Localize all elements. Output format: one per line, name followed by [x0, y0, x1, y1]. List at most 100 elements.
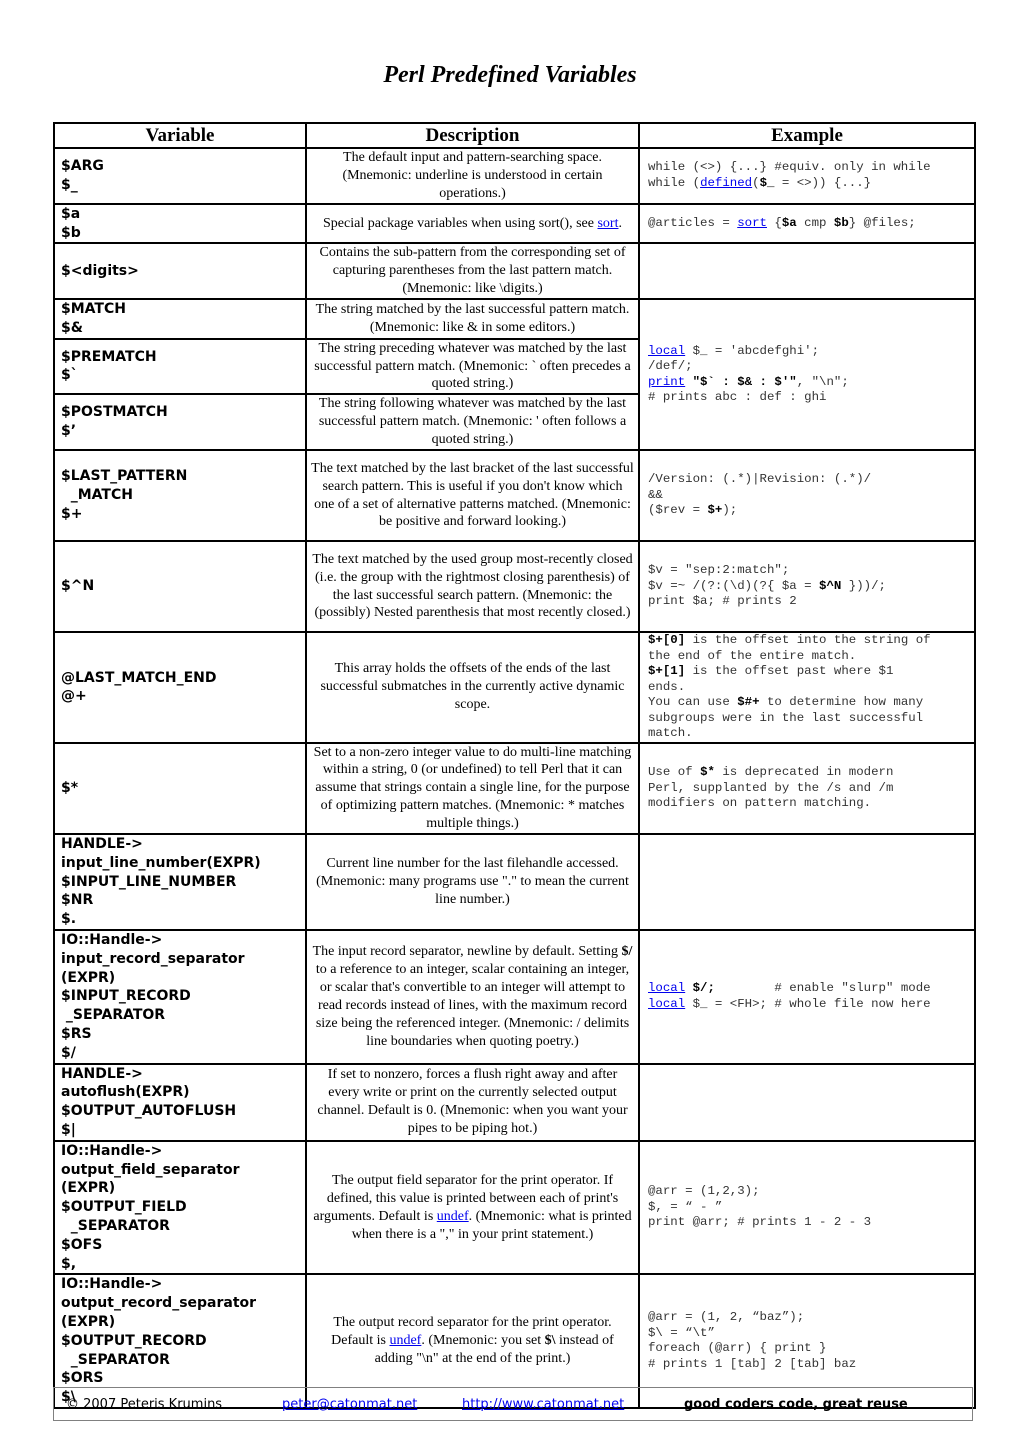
doc-link[interactable]: undef: [437, 1209, 469, 1224]
text-fragment: # prints abc : def : ghi: [648, 390, 827, 405]
example-cell: @arr = (1,2,3); $, = “ - ” print @arr; # p…: [638, 1139, 976, 1276]
variable-name: $INPUT_RECORD: [61, 988, 191, 1005]
example-cell: $+[0] is the offset into the string of th…: [638, 631, 976, 744]
text-fragment: @arr = (1,2,3);: [648, 1184, 760, 1199]
variable-name: $OUTPUT_AUTOFLUSH: [61, 1103, 237, 1120]
variable-cell: $<digits>: [53, 242, 307, 301]
description-cell: Special package variables when using sor…: [305, 202, 640, 245]
example-cell: Use of $* is deprecated in modern Perl, s…: [638, 741, 976, 836]
table-row: $a $b Special package variables when using…: [53, 202, 976, 245]
bold-code: $\: [544, 1333, 556, 1349]
variable-name: input_line_number(EXPR): [61, 854, 261, 871]
doc-link[interactable]: print: [648, 375, 685, 389]
footer-motto: good coders code, great reuse: [684, 1396, 908, 1412]
bold-code: $*: [700, 765, 715, 780]
variable-name: (EXPR): [61, 969, 116, 986]
variable-name: output_field_separator: [61, 1161, 240, 1178]
text-fragment: print @arr; # prints 1 - 2 - 3: [648, 1215, 872, 1230]
description-cell: The string matched by the last successfu…: [305, 298, 640, 340]
text-fragment: &&: [648, 487, 663, 502]
text-fragment: $, = “ - ”: [648, 1199, 723, 1214]
doc-link[interactable]: sort: [737, 216, 767, 230]
text-fragment: Use of: [648, 765, 701, 780]
doc-link[interactable]: undef: [389, 1333, 421, 1348]
example-cell: while (<>) {...} #equiv. only in while wh…: [638, 147, 976, 205]
code-line: local $_ = <FH>; # whole file now here: [648, 997, 970, 1013]
footer-email-link[interactable]: peter@catonmat.net: [282, 1397, 417, 1412]
code-line: foreach (@arr) { print }: [648, 1341, 970, 1357]
text-fragment: $\ = “\t”: [648, 1325, 715, 1340]
variable-cell: $^N: [53, 540, 307, 634]
variable-name: $OUTPUT_RECORD: [61, 1332, 207, 1349]
variable-cell: $ARG $_: [53, 147, 307, 205]
table-row: $<digits> Contains the sub-pattern from t…: [53, 242, 976, 301]
text-fragment: # enable "slurp" mode: [714, 981, 931, 996]
bold-code: $^N: [819, 578, 842, 593]
variable-name: $ARG: [61, 158, 104, 175]
text-fragment: @arr = (1, 2, “baz”);: [648, 1310, 805, 1325]
text-fragment: to a reference to an integer, scalar con…: [315, 962, 630, 1049]
doc-link[interactable]: sort: [597, 216, 618, 231]
table-row: IO::Handle-> output_field_separator (EXPR)…: [53, 1139, 976, 1276]
variable-name: _SEPARATOR: [61, 1218, 170, 1235]
code-line: # prints 1 [tab] 2 [tab] baz: [648, 1357, 970, 1373]
variable-name: $+: [61, 505, 83, 522]
code-line: match.: [648, 726, 970, 742]
example-cell: @articles = sort {$a cmp $b} @files;: [638, 202, 976, 245]
variable-cell: $LAST_PATTERN _MATCH $+: [53, 449, 307, 543]
code-line: print "$` : $& : $'", "\n";: [648, 375, 970, 391]
text-fragment: cmp: [796, 215, 834, 230]
doc-link[interactable]: local: [648, 997, 685, 1011]
variable-cell: $a $b: [53, 202, 307, 245]
example-cell: [638, 833, 976, 932]
description-cell: The default input and pattern-searching …: [305, 147, 640, 205]
variable-name: $*: [61, 779, 79, 796]
text-fragment: ($rev =: [648, 503, 708, 518]
doc-link[interactable]: defined: [700, 176, 752, 190]
text-fragment: /def/;: [648, 359, 693, 374]
example-cell: $v = "sep:2:match"; $v =~ /(?:(\d)(?{ $a …: [638, 540, 976, 634]
description-cell: The text matched by the used group most-…: [305, 540, 640, 634]
text-fragment: the end of the entire match.: [648, 648, 857, 663]
bold-code: $a: [781, 215, 797, 230]
doc-link[interactable]: local: [648, 981, 685, 995]
variable-name: IO::Handle->: [61, 932, 163, 949]
table-header-row: Variable Description Example: [53, 122, 976, 149]
table-row: IO::Handle-> input_record_separator (EXPR)…: [53, 929, 976, 1065]
variable-name: output_record_separator: [61, 1295, 257, 1312]
variable-name: $ORS: [61, 1370, 104, 1387]
table-row: $MATCH $& The string matched by the last s…: [53, 298, 976, 452]
variables-table: Variable Description Example $ARG $_ The d…: [53, 122, 976, 1409]
variable-name: _SEPARATOR: [61, 1351, 170, 1368]
code-line: @arr = (1, 2, “baz”);: [648, 1310, 970, 1326]
text-fragment: [685, 981, 692, 995]
description-cell: Contains the sub-pattern from the corres…: [305, 242, 640, 301]
variable-cell: $POSTMATCH $’: [53, 393, 307, 452]
text-fragment: );: [722, 503, 738, 518]
code-line: while (<>) {...} #equiv. only in while: [648, 160, 970, 176]
variable-name: _SEPARATOR: [61, 1007, 166, 1024]
variable-cell: @LAST_MATCH_END @+: [53, 631, 307, 744]
text-fragment: to determine how many: [759, 695, 924, 710]
variable-name: $`: [61, 367, 78, 384]
doc-link[interactable]: local: [648, 344, 685, 358]
variable-name: $OUTPUT_FIELD: [61, 1199, 187, 1216]
text-fragment: /Version: (.*)|Revision: (.*)/: [648, 472, 872, 487]
bold-code: $/: [621, 944, 633, 960]
text-fragment: is the offset into the string of: [685, 633, 931, 648]
footer-url-link[interactable]: http://www.catonmat.net: [462, 1397, 624, 1412]
variable-cell: HANDLE-> autoflush(EXPR) $OUTPUT_AUTOFLUSH…: [53, 1062, 307, 1142]
code-line: print $a; # prints 2: [648, 594, 970, 610]
table-row: HANDLE-> input_line_number(EXPR) $INPUT_LI…: [53, 833, 976, 932]
variable-name: _MATCH: [61, 487, 133, 504]
text-fragment: while (<>) {...} #equiv. only in while: [648, 160, 931, 175]
text-fragment: (: [752, 175, 760, 190]
variable-cell: HANDLE-> input_line_number(EXPR) $INPUT_LI…: [53, 833, 307, 932]
code-line: Use of $* is deprecated in modern: [648, 765, 970, 781]
text-fragment: ends.: [648, 679, 686, 694]
code-line: local $_ = 'abcdefghi';: [648, 344, 970, 360]
bold-code: $/;: [692, 981, 715, 996]
code-line: /def/;: [648, 359, 970, 375]
text-fragment: } @files;: [848, 215, 916, 230]
text-fragment: foreach (@arr) { print }: [648, 1341, 827, 1356]
